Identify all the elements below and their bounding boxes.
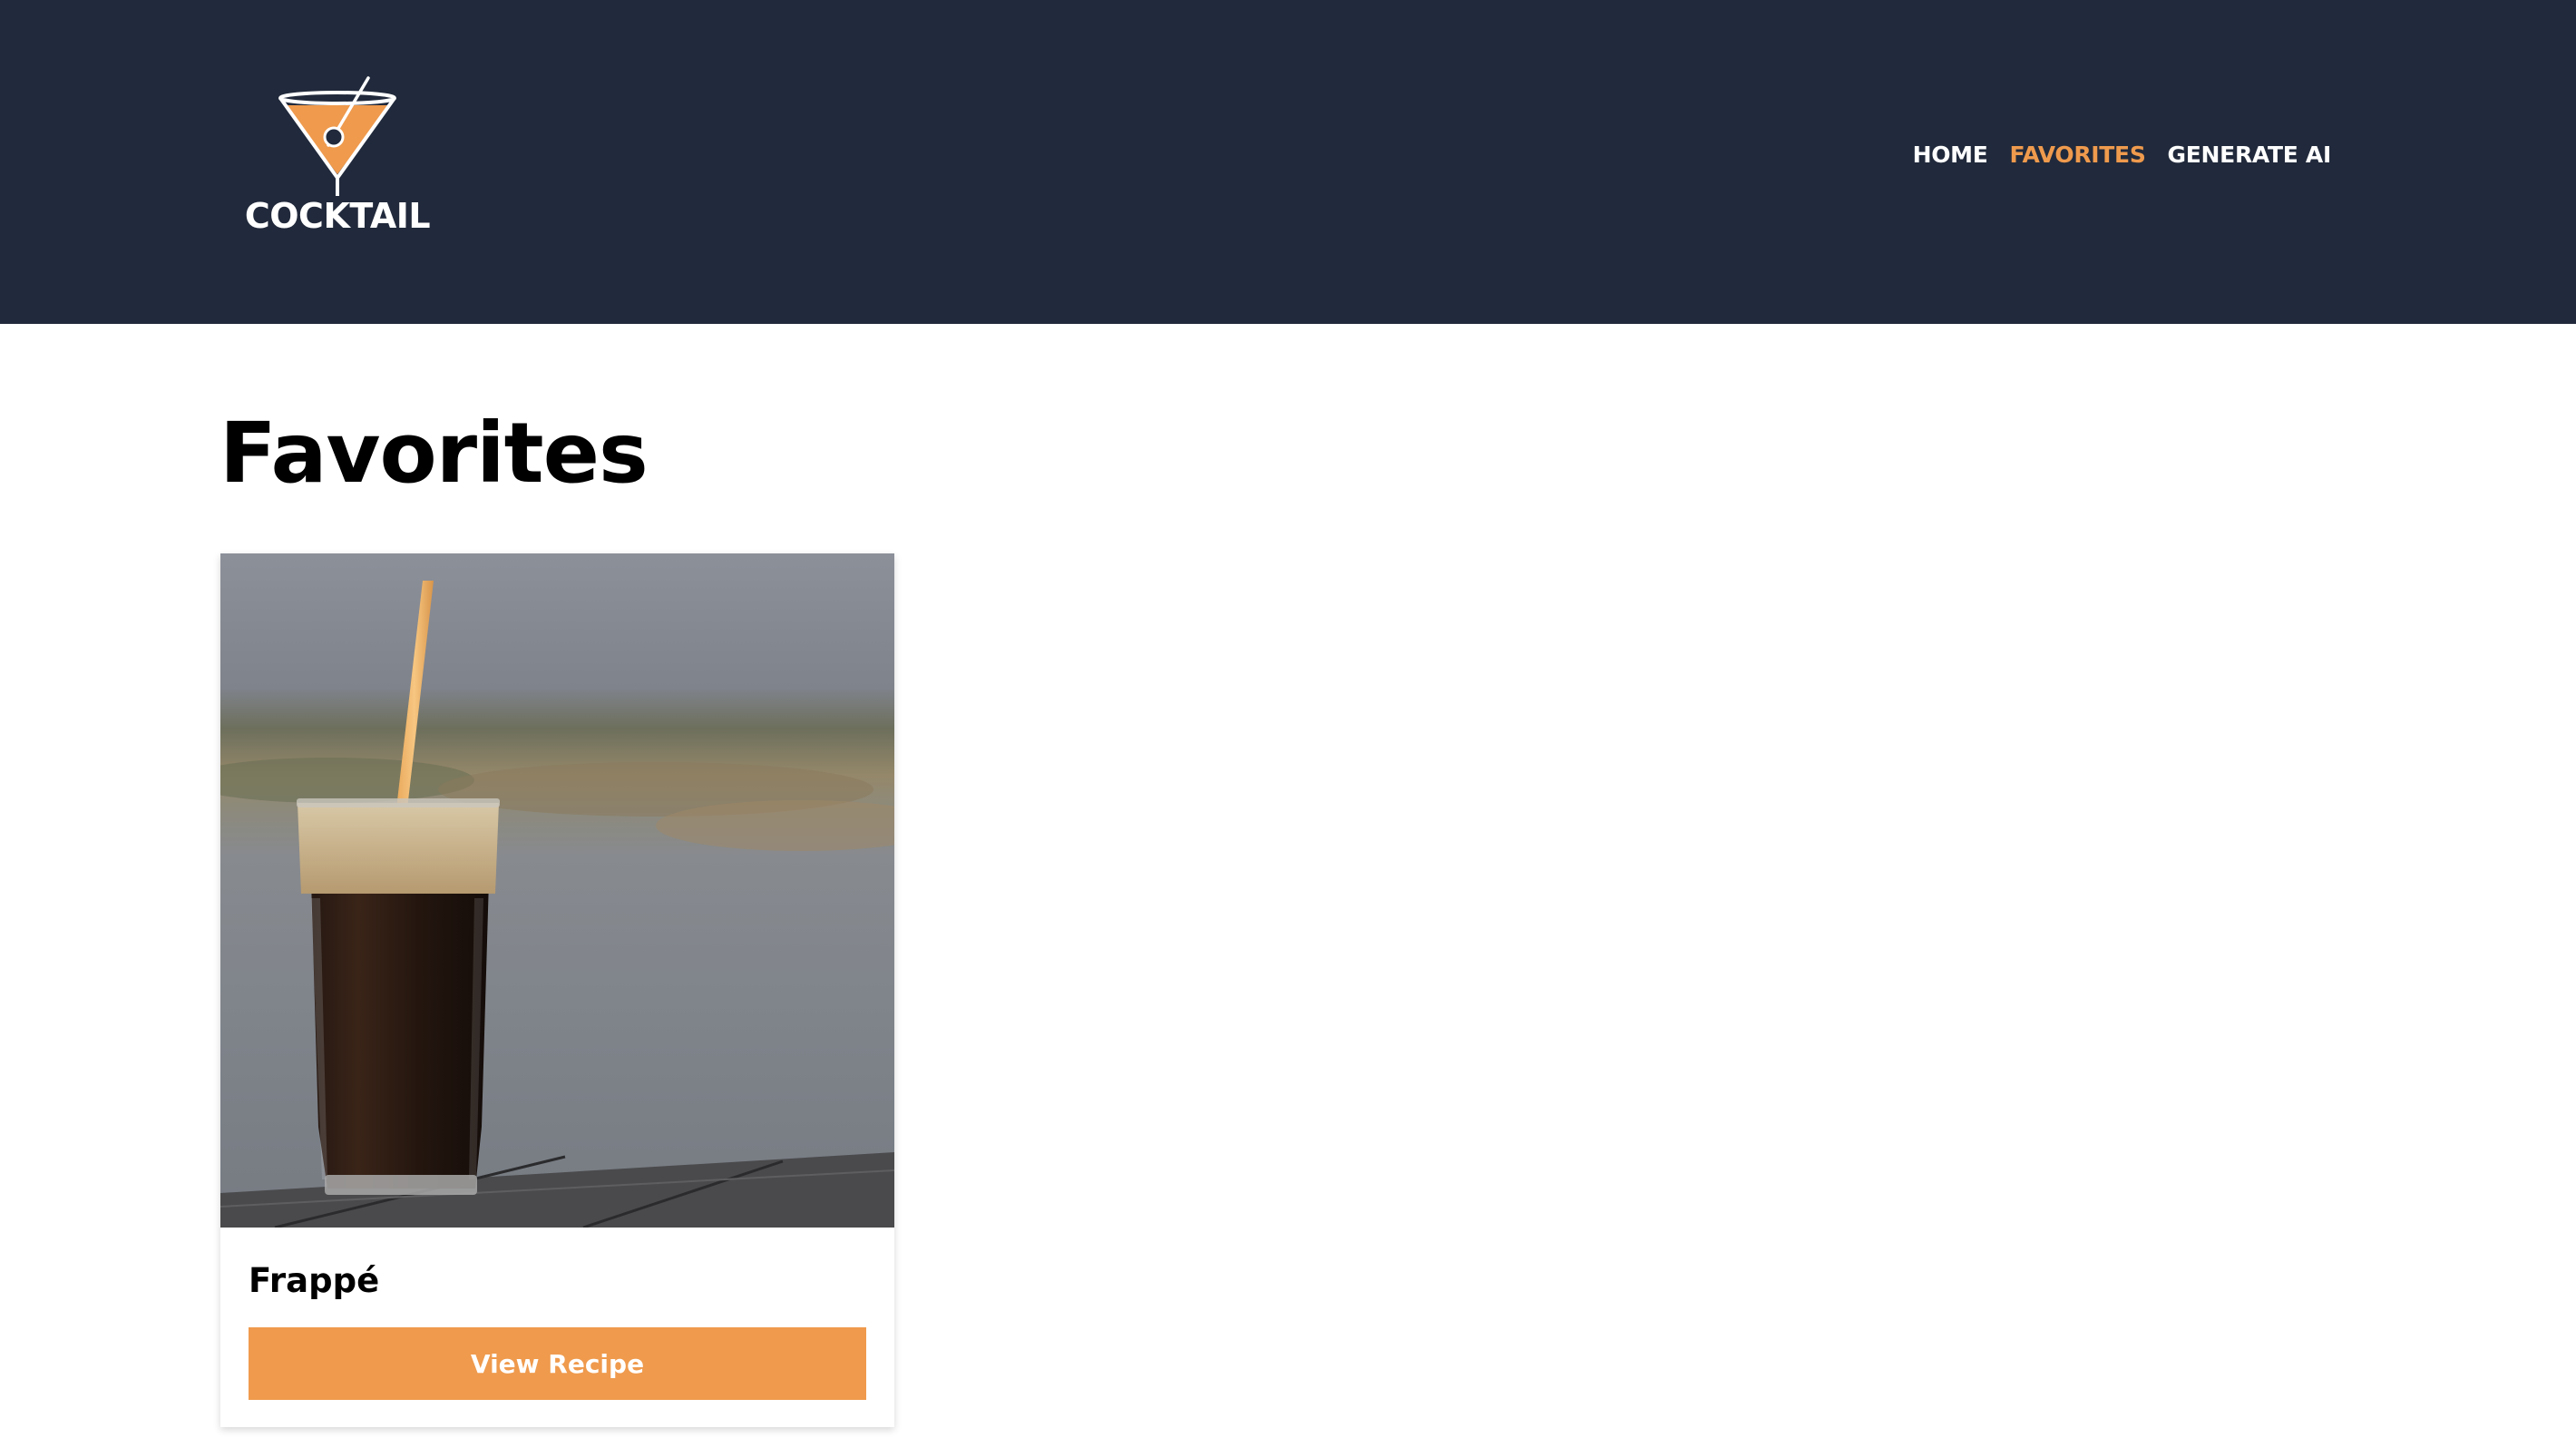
site-header: COCKTAIL HOME FAVORITES GENERATE AI [0, 0, 2576, 324]
nav-home-link[interactable]: HOME [1913, 142, 1988, 168]
favorite-card: Frappé View Recipe [220, 553, 894, 1427]
frappe-drink-photo [220, 553, 894, 1228]
brand-logo[interactable]: COCKTAIL [243, 73, 432, 245]
main-nav: HOME FAVORITES GENERATE AI [1913, 142, 2332, 168]
martini-glass-icon [278, 76, 396, 196]
drink-name: Frappé [249, 1261, 380, 1300]
page-title: Favorites [220, 405, 649, 502]
nav-generate-ai-link[interactable]: GENERATE AI [2168, 142, 2332, 168]
brand-name: COCKTAIL [244, 196, 431, 236]
nav-favorites-link[interactable]: FAVORITES [2010, 142, 2146, 168]
drink-image [220, 553, 894, 1228]
view-recipe-button[interactable]: View Recipe [249, 1327, 866, 1400]
